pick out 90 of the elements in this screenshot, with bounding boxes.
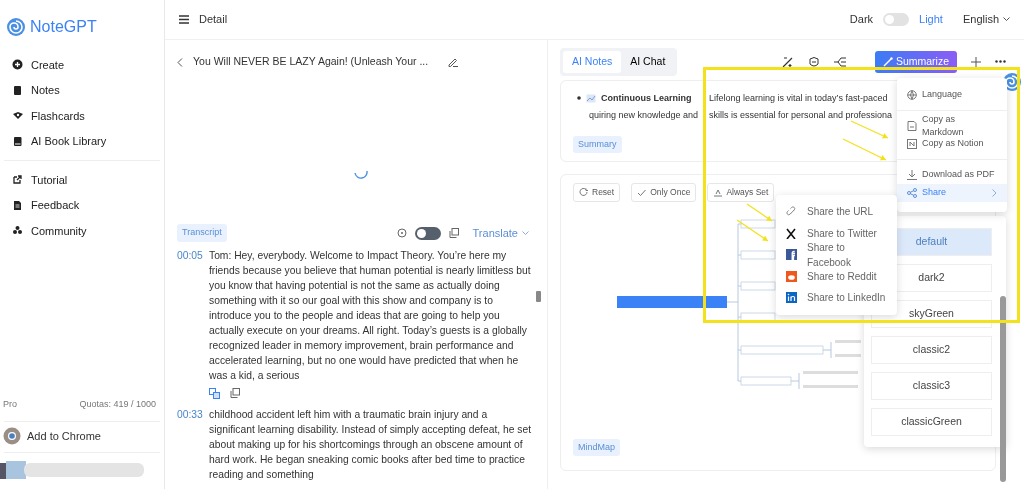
theme-option[interactable]: classic3 — [871, 372, 992, 400]
formula-icon[interactable] — [781, 55, 794, 68]
mindmap-button[interactable]: Only Once — [631, 183, 697, 202]
sidebar-item[interactable]: Notes — [31, 82, 60, 99]
summary-tag: Summary — [573, 135, 622, 154]
note-text: Continuous Learning — [601, 91, 692, 105]
x-logo-icon — [786, 227, 797, 239]
external-link-icon[interactable] — [12, 174, 23, 186]
app-name: NoteGPT — [30, 17, 97, 37]
download-icon — [907, 170, 917, 180]
theme-option[interactable]: classicGreen — [871, 408, 992, 436]
mindmap-tag: MindMap — [573, 438, 620, 457]
transcript-text: childhood accident left him with a traumatic brain injury and a significant learning disability. Instead of simply accepting defeat, he set about making up for his shortcomings through an obscene amount of hard work. He began sneaking comic books after bed time to practice reading and something — [209, 408, 533, 482]
caret-icon — [522, 230, 529, 236]
book-icon[interactable] — [12, 135, 23, 147]
arrow — [850, 120, 889, 139]
sidebar-item[interactable]: Flashcards — [31, 107, 85, 124]
theme-label: Dark — [849, 12, 874, 28]
target-icon[interactable] — [396, 228, 407, 238]
theme-option[interactable]: classic2 — [871, 336, 992, 364]
mindmap-leaf — [803, 371, 858, 375]
chevron-icon — [992, 189, 997, 197]
people-icon[interactable] — [12, 225, 23, 237]
tab[interactable]: AI Notes — [563, 51, 622, 73]
reset-icon — [579, 187, 589, 198]
wand-icon — [882, 56, 893, 67]
notebook-icon[interactable] — [12, 84, 23, 96]
mindmap-leaf — [835, 354, 861, 358]
note-text: Lifelong learning is vital in today’s fast-paced — [709, 91, 888, 105]
menu-icon[interactable] — [179, 15, 189, 24]
notion-icon — [907, 139, 917, 149]
bullet-icon — [577, 96, 581, 101]
scrollbar-thumb[interactable] — [1000, 296, 1006, 482]
timestamp[interactable]: 00:05 — [177, 248, 205, 383]
sidebar-item[interactable]: Community — [31, 222, 87, 239]
language-dropdown[interactable]: English — [962, 11, 1010, 28]
document-icon[interactable] — [12, 199, 23, 211]
logo-icon — [6, 17, 26, 37]
sidebar-item[interactable]: AI Book Library — [31, 133, 107, 150]
menu-item[interactable]: Copy as Markdown — [897, 117, 1007, 135]
arrow — [746, 203, 773, 222]
share-icon — [907, 188, 917, 198]
quota-label: Quotas: 419 / 1000 — [79, 397, 156, 411]
note-text: skills is essential for personal and professiona — [709, 108, 893, 122]
add-to-chrome-link[interactable]: Add to Chrome — [27, 427, 101, 445]
add-icon[interactable] — [12, 59, 23, 71]
cards-icon[interactable] — [12, 110, 23, 122]
scrollbar-thumb[interactable] — [536, 291, 541, 302]
page-title: Detail — [199, 12, 228, 28]
menu-item[interactable]: Share the URL — [776, 201, 897, 223]
translate-icon[interactable] — [209, 388, 220, 399]
theme-label: Light — [919, 12, 943, 28]
transcript-tag: Transcript — [177, 224, 227, 242]
copy-icon[interactable] — [448, 228, 459, 238]
menu-item[interactable]: Download as PDF — [897, 166, 1007, 184]
sidebar-item[interactable]: Feedback — [31, 197, 80, 214]
chrome-icon[interactable] — [3, 427, 21, 445]
menu-item[interactable]: Language — [897, 86, 1007, 104]
mindmap-button[interactable]: Reset — [573, 183, 621, 202]
linkedin-icon — [786, 292, 797, 304]
arrow — [842, 138, 887, 161]
caret-icon — [1003, 17, 1010, 22]
mindmap-node — [740, 376, 792, 386]
arrow — [736, 219, 769, 242]
edit-icon[interactable] — [448, 57, 459, 67]
timestamp[interactable]: 00:33 — [177, 407, 205, 482]
reddit-icon — [786, 270, 797, 282]
globe-icon — [907, 90, 917, 100]
more-icon[interactable] — [995, 60, 1006, 64]
sync-toggle[interactable] — [414, 226, 441, 240]
menu-item[interactable]: Share — [897, 184, 1007, 202]
theme-toggle[interactable] — [883, 13, 910, 26]
check-icon — [637, 187, 648, 198]
menu-item[interactable]: Copy as Notion — [897, 135, 1007, 153]
transcript-text: Tom: Hey, everybody. Welcome to Impact Theory. You’re here my friends because you believe that human potential is nearly limitless but you know that having potential is not the same as actually doing something with it so our goal with this show and company is to introduce you to the people and ideas that are going to help you actually execute on your dreams. All right. Today’s guests is a globally recognized leader in memory improvement, brain performance and accelerated learning, but no one would have predicted that when he was a kid, a serious — [209, 249, 532, 383]
sidebar-item[interactable]: Tutorial — [31, 171, 68, 188]
copy-icon[interactable] — [230, 388, 240, 398]
mindmap-leaf — [803, 385, 858, 389]
mindmap-icon[interactable] — [833, 55, 847, 68]
tab[interactable]: AI Chat — [621, 51, 675, 73]
facebook-icon — [786, 249, 797, 261]
markdown-icon — [907, 121, 917, 131]
video-title: You Will NEVER BE LAZY Again! (Unleash Your ... — [193, 54, 429, 70]
mindmap-button[interactable]: Always Set — [707, 183, 775, 202]
mindmap-leaf — [835, 340, 861, 344]
plan-label: Pro — [3, 397, 17, 411]
link-icon — [786, 206, 797, 218]
sidebar-item[interactable]: Create — [31, 56, 65, 73]
note-text: quiring new knowledge and — [589, 108, 699, 122]
chart-icon — [586, 93, 596, 103]
